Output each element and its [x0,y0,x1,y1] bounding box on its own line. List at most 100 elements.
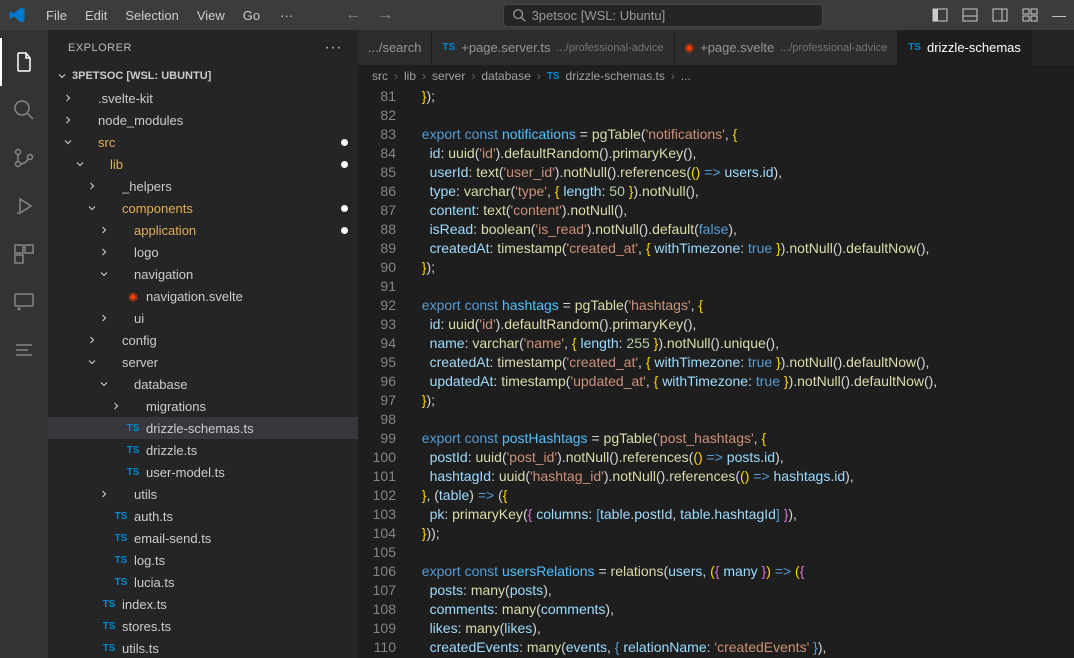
svelte-icon: ◉ [124,290,142,303]
tree-item-label: components [122,201,350,216]
breadcrumb-separator: › [671,69,675,83]
drizzle-view-button[interactable] [0,326,48,374]
editor-tab[interactable]: ◉+page.svelte.../professional-advice [675,30,899,65]
tree-item[interactable]: lib [48,153,358,175]
tree-item[interactable]: components [48,197,358,219]
tree-item-label: database [134,377,350,392]
tree-item[interactable]: server [48,351,358,373]
source-control-view-button[interactable] [0,134,48,182]
tree-item-label: navigation.svelte [146,289,350,304]
breadcrumb-item[interactable]: lib [404,69,416,83]
tree-item[interactable]: ◉ navigation.svelte [48,285,358,307]
breadcrumb-separator: › [471,69,475,83]
menu-overflow[interactable]: ··· [272,4,301,27]
run-debug-view-button[interactable] [0,182,48,230]
tree-item[interactable]: _helpers [48,175,358,197]
toggle-secondary-sidebar-icon[interactable] [992,7,1008,23]
tree-item[interactable]: TSindex.ts [48,593,358,615]
code-editor[interactable]: 8182838485868788899091929394959697989910… [358,87,1074,658]
breadcrumb-separator: › [422,69,426,83]
workspace-section-header[interactable]: 3PETSOC [WSL: UBUNTU] [48,65,358,87]
activity-bar [0,30,48,658]
tree-item-label: node_modules [98,113,350,128]
customize-layout-icon[interactable] [1022,7,1038,23]
tree-item[interactable]: utils [48,483,358,505]
search-box[interactable]: 3petsoc [WSL: Ubuntu] [503,4,823,27]
search-view-button[interactable] [0,86,48,134]
typescript-icon: TS [112,533,130,544]
toggle-panel-icon[interactable] [962,7,978,23]
tree-item[interactable]: TS email-send.ts [48,527,358,549]
tree-item[interactable]: database [48,373,358,395]
tree-item[interactable]: application [48,219,358,241]
tree-item[interactable]: TSlog.ts [48,549,358,571]
tree-item-label: _helpers [122,179,350,194]
extensions-view-button[interactable] [0,230,48,278]
tree-item-label: .svelte-kit [98,91,350,106]
nav-forward-button[interactable]: → [377,6,393,24]
tree-item[interactable]: config [48,329,358,351]
breadcrumb-item[interactable]: ... [681,69,691,83]
sidebar-more-button[interactable]: ··· [325,39,342,57]
tree-item-label: drizzle-schemas.ts [146,421,350,436]
breadcrumb-item[interactable]: server [432,69,465,83]
breadcrumb-item[interactable]: drizzle-schemas.ts [566,69,665,83]
minimize-button[interactable]: — [1052,7,1066,23]
tree-item-label: logo [134,245,350,260]
breadcrumb-item[interactable]: src [372,69,388,83]
chevron-down-icon [56,70,68,82]
modified-dot-icon [341,205,348,212]
menu-selection[interactable]: Selection [117,4,186,27]
tree-item[interactable]: TSutils.ts [48,637,358,658]
typescript-icon: TS [442,42,455,53]
typescript-icon: TS [112,577,130,588]
breadcrumb[interactable]: src › lib › server › database › TS drizzle-schema… [358,65,1074,87]
breadcrumb-item[interactable]: database [481,69,530,83]
tree-item-label: src [98,135,350,150]
tree-item[interactable]: TSdrizzle-schemas.ts [48,417,358,439]
tree-item-label: lib [110,157,350,172]
tree-item[interactable]: TSdrizzle.ts [48,439,358,461]
menu-file[interactable]: File [38,4,75,27]
toggle-primary-sidebar-icon[interactable] [932,7,948,23]
tree-item[interactable]: ui [48,307,358,329]
remote-explorer-button[interactable] [0,278,48,326]
nav-back-button[interactable]: ← [345,6,361,24]
breadcrumb-separator: › [537,69,541,83]
tree-item[interactable]: TS stores.ts [48,615,358,637]
tree-item-label: email-send.ts [134,531,350,546]
tree-item-label: utils.ts [122,641,350,656]
tree-item[interactable]: TSuser-model.ts [48,461,358,483]
typescript-icon: TS [547,71,560,82]
tree-item[interactable]: node_modules [48,109,358,131]
tree-item[interactable]: TS lucia.ts [48,571,358,593]
editor-tab[interactable]: .../search [358,30,432,65]
menu-edit[interactable]: Edit [77,4,115,27]
editor-tab[interactable]: TSdrizzle-schemas [898,30,1032,65]
modified-dot-icon [341,139,348,146]
titlebar: FileEditSelectionViewGo ··· ← → 3petsoc … [0,0,1074,30]
menu-go[interactable]: Go [235,4,268,27]
explorer-view-button[interactable] [0,38,48,86]
code-lines[interactable]: }); export const notifications = pgTable… [414,87,1074,658]
tree-item[interactable]: src [48,131,358,153]
tree-item-label: config [122,333,350,348]
file-tree[interactable]: .svelte-kit node_modulessrc lib _helperscom… [48,87,358,658]
tree-item[interactable]: TSauth.ts [48,505,358,527]
tree-item[interactable]: .svelte-kit [48,87,358,109]
search-text: 3petsoc [WSL: Ubuntu] [532,8,666,23]
tree-item-label: lucia.ts [134,575,350,590]
tree-item[interactable]: navigation [48,263,358,285]
typescript-icon: TS [100,621,118,632]
tree-item-label: stores.ts [122,619,350,634]
tree-item[interactable]: logo [48,241,358,263]
tab-description: .../professional-advice [780,42,887,54]
tab-label: .../search [368,40,421,55]
modified-dot-icon [341,227,348,234]
tree-item-label: application [134,223,350,238]
editor-tab[interactable]: TS+page.server.ts.../professional-advice [432,30,674,65]
layout-controls: — [932,7,1066,23]
workbench: EXPLORER ··· 3PETSOC [WSL: UBUNTU] .svel… [0,30,1074,658]
tree-item[interactable]: migrations [48,395,358,417]
menu-view[interactable]: View [189,4,233,27]
